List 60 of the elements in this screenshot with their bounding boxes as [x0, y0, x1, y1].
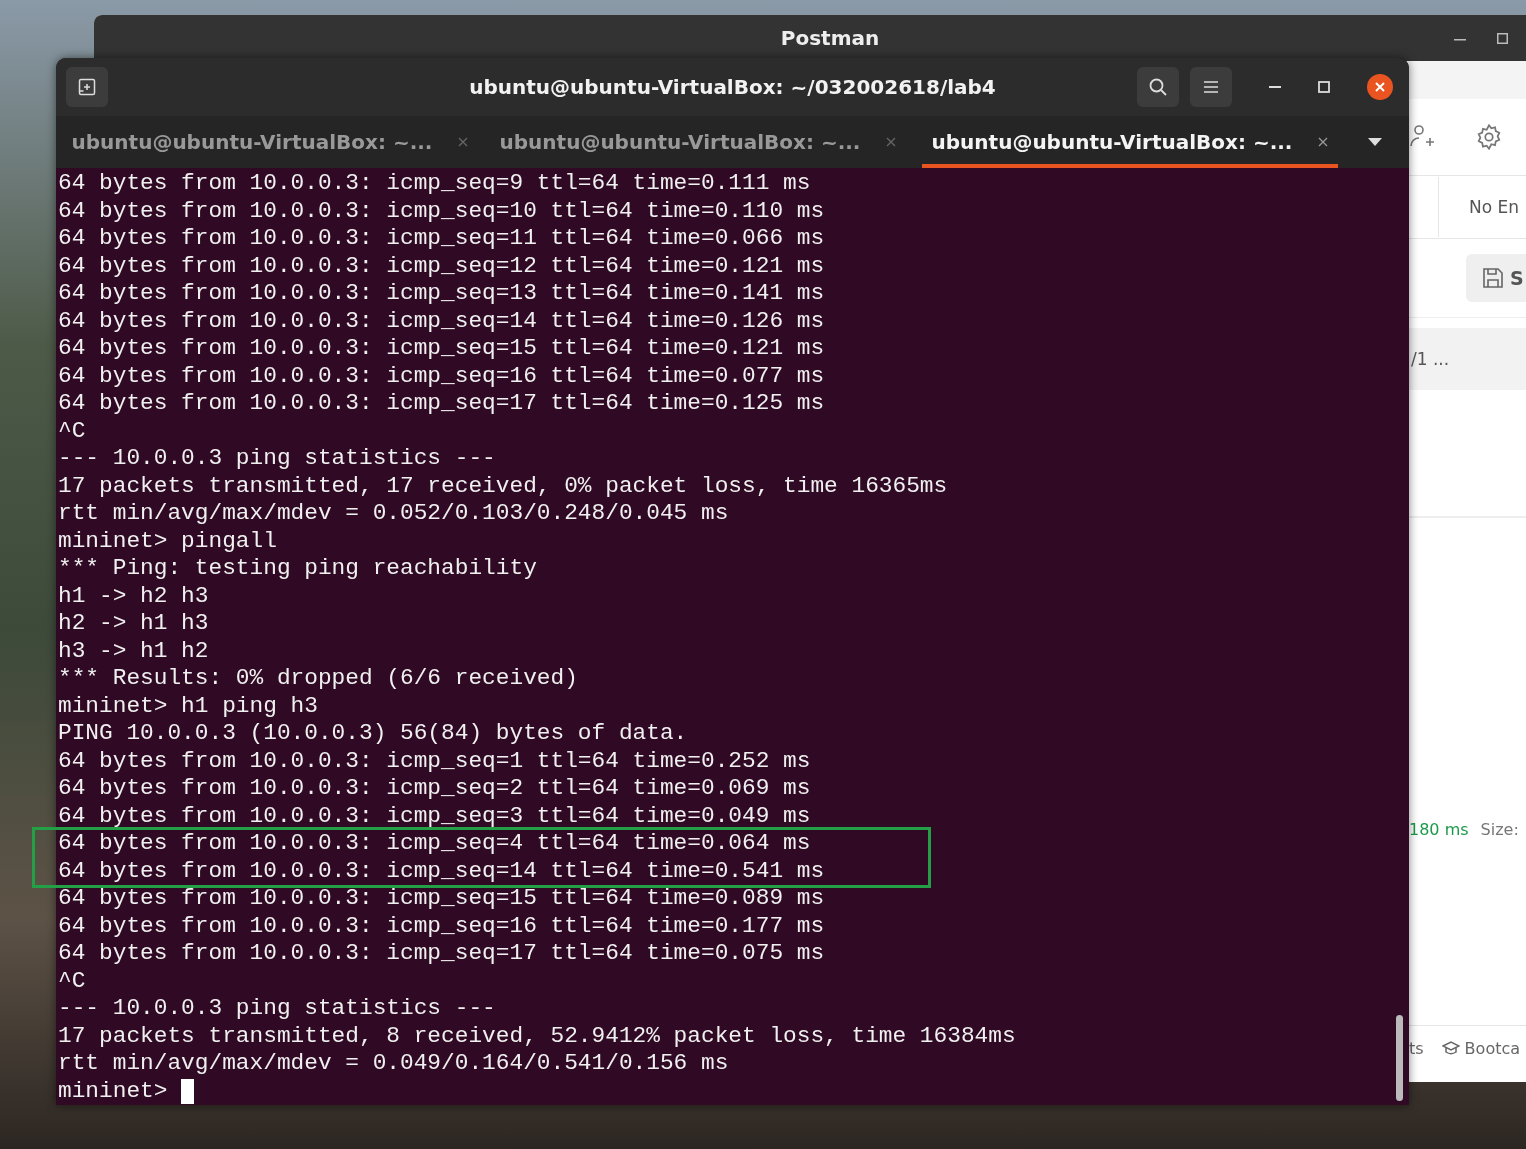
graduation-cap-icon [1441, 1040, 1460, 1056]
terminal-line: mininet> h1 ping h3 [58, 692, 319, 720]
menu-icon [1203, 80, 1219, 94]
save-button[interactable]: S [1466, 254, 1526, 302]
terminal-line: 64 bytes from 10.0.0.3: icmp_seq=15 ttl=64 time=0.121 ms [58, 335, 826, 363]
terminal-line: 64 bytes from 10.0.0.3: icmp_seq=16 ttl=64 time=0.177 ms [58, 912, 826, 940]
terminal-line: 64 bytes from 10.0.0.3: icmp_seq=2 ttl=64 time=0.069 ms [58, 775, 812, 803]
terminal-line: *** Results: 0% dropped (6/6 received) [58, 665, 579, 693]
close-icon[interactable] [1367, 74, 1393, 100]
terminal-line: 64 bytes from 10.0.0.3: icmp_seq=16 ttl=64 time=0.077 ms [58, 362, 826, 390]
terminal-line: mininet> pingall [58, 527, 278, 555]
terminal-line: --- 10.0.0.3 ping statistics --- [58, 445, 497, 473]
terminal-line: 64 bytes from 10.0.0.3: icmp_seq=4 ttl=64 time=0.064 ms [58, 830, 812, 858]
terminal-line: 64 bytes from 10.0.0.3: icmp_seq=3 ttl=64 time=0.049 ms [58, 802, 812, 830]
terminal-line: 64 bytes from 10.0.0.3: icmp_seq=14 ttl=64 time=0.126 ms [58, 307, 826, 335]
terminal-line: ^C [58, 967, 87, 995]
terminal-line: *** Ping: testing ping reachability [58, 555, 538, 583]
settings-icon[interactable] [1475, 123, 1503, 151]
terminal-tab[interactable]: ubuntu@ubuntu-VirtualBox: ~... [484, 116, 912, 168]
terminal-line: 17 packets transmitted, 8 received, 52.9412% packet loss, time 16384ms [58, 1022, 1017, 1050]
terminal-line: PING 10.0.0.3 (10.0.0.3) 56(84) bytes of data. [58, 720, 689, 748]
terminal-tab[interactable]: ubuntu@ubuntu-VirtualBox: ~... [56, 116, 484, 168]
terminal-line: 64 bytes from 10.0.0.3: icmp_seq=9 ttl=64 time=0.111 ms [58, 170, 812, 198]
terminal-line: rtt min/avg/max/mdev = 0.052/0.103/0.248/0.045 ms [58, 500, 730, 528]
terminal-line: ^C [58, 417, 87, 445]
terminal-line: 64 bytes from 10.0.0.3: icmp_seq=12 ttl=64 time=0.121 ms [58, 252, 826, 280]
terminal-line: 64 bytes from 10.0.0.3: icmp_seq=15 ttl=64 time=0.089 ms [58, 885, 826, 913]
terminal-line: 64 bytes from 10.0.0.3: icmp_seq=10 ttl=64 time=0.110 ms [58, 197, 826, 225]
response-time: 180 ms [1409, 820, 1469, 839]
terminal-line: h1 -> h2 h3 [58, 582, 210, 610]
search-icon [1148, 77, 1168, 97]
scrollbar[interactable] [1396, 1015, 1403, 1101]
terminal-tab[interactable]: ubuntu@ubuntu-VirtualBox: ~... [922, 116, 1338, 168]
new-tab-icon [78, 78, 96, 96]
terminal-line: 17 packets transmitted, 17 received, 0% packet loss, time 16365ms [58, 472, 949, 500]
terminal-line: --- 10.0.0.3 ping statistics --- [58, 995, 497, 1023]
terminal-line: 64 bytes from 10.0.0.3: icmp_seq=13 ttl=64 time=0.141 ms [58, 280, 826, 308]
window-title: ubuntu@ubuntu-VirtualBox: ~/032002618/lab4 [469, 75, 996, 99]
search-button[interactable] [1137, 67, 1179, 107]
size-label: Size: [1480, 820, 1519, 839]
terminal-line: 64 bytes from 10.0.0.3: icmp_seq=11 ttl=64 time=0.066 ms [58, 225, 826, 253]
maximize-icon[interactable] [1497, 33, 1508, 44]
new-tab-button[interactable] [66, 67, 108, 107]
terminal-line: 64 bytes from 10.0.0.3: icmp_seq=14 ttl=64 time=0.541 ms [58, 857, 826, 885]
maximize-icon[interactable] [1318, 81, 1330, 93]
terminal-line: rtt min/avg/max/mdev = 0.049/0.164/0.541/0.156 ms [58, 1050, 730, 1078]
terminal-line: 64 bytes from 10.0.0.3: icmp_seq=17 ttl=64 time=0.125 ms [58, 390, 826, 418]
terminal-line: h2 -> h1 h3 [58, 610, 210, 638]
bootcamp-link[interactable]: Bootca [1441, 1038, 1521, 1058]
caret-icon[interactable] [1368, 138, 1382, 146]
terminal-line: h3 -> h1 h2 [58, 637, 210, 665]
terminal-line: 64 bytes from 10.0.0.3: icmp_seq=1 ttl=64 time=0.252 ms [58, 747, 812, 775]
menu-button[interactable] [1190, 67, 1232, 107]
environment-selector[interactable]: No En [1438, 177, 1520, 237]
terminal-prompt: mininet> [58, 1077, 168, 1105]
terminal-line: 64 bytes from 10.0.0.3: icmp_seq=17 ttl=64 time=0.075 ms [58, 940, 826, 968]
footer-link[interactable]: ts [1409, 1038, 1424, 1058]
window-title: Postman [780, 26, 880, 50]
save-icon [1482, 267, 1504, 289]
request-tab[interactable]: /1 ... [1411, 349, 1450, 369]
